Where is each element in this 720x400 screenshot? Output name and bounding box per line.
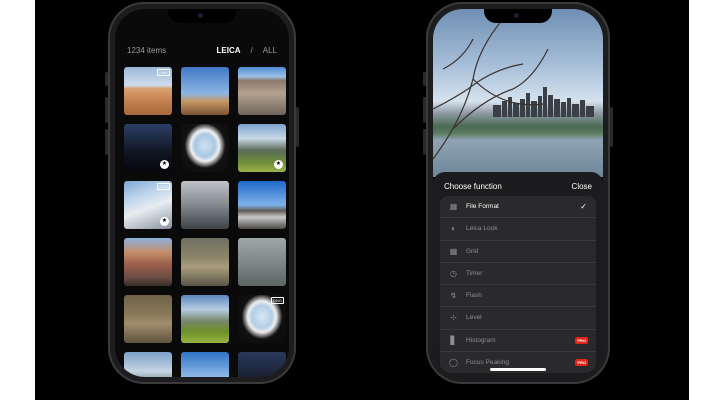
photo-thumb[interactable] (181, 181, 229, 229)
photo-thumb[interactable] (238, 352, 286, 377)
close-button[interactable]: Close (572, 182, 592, 191)
option-timer[interactable]: ◷ Timer (440, 263, 596, 285)
histogram-icon: ▋ (450, 335, 457, 345)
side-button (105, 97, 108, 123)
tree-branches-graphic (433, 18, 549, 160)
timer-icon: ◷ (450, 268, 457, 278)
option-label: File Format (466, 203, 499, 211)
side-button (296, 107, 299, 147)
camera-screen: Choose function Close ▦ File Format ✓ ◐ … (433, 9, 603, 377)
photo-grid: DNG ★ ★ DNG ★ DNG (124, 67, 286, 377)
photo-thumb[interactable] (238, 181, 286, 229)
side-button (610, 107, 613, 147)
item-count: 1234 items (127, 46, 167, 55)
photo-thumb[interactable] (124, 238, 172, 286)
function-options-list: ▦ File Format ✓ ◐ Leica Look ▦ Grid ◷ Ti… (440, 196, 596, 373)
camera-dot (198, 13, 203, 18)
pro-badge: PRO (575, 336, 588, 344)
photo-thumb[interactable] (181, 352, 229, 377)
option-file-format[interactable]: ▦ File Format ✓ (440, 196, 596, 219)
option-label: Focus Peaking (466, 358, 509, 366)
flash-icon: ↯ (450, 291, 457, 301)
photo-thumb[interactable]: DNG (238, 295, 286, 343)
side-button (423, 72, 426, 86)
photo-thumb[interactable]: DNG (124, 67, 172, 115)
option-label: Grid (466, 247, 479, 255)
option-label: Timer (466, 269, 483, 277)
photo-thumb[interactable] (124, 352, 172, 377)
phone-gallery: 1234 items LEICA / ALL DNG ★ ★ DNG ★ DNG (105, 2, 299, 384)
option-flash[interactable]: ↯ Flash (440, 285, 596, 308)
focus-peaking-icon: ◯ (449, 357, 458, 367)
option-leica-look[interactable]: ◐ Leica Look (440, 218, 596, 241)
option-grid[interactable]: ▦ Grid (440, 241, 596, 263)
option-label: Level (466, 314, 482, 322)
side-button (105, 72, 108, 86)
option-level[interactable]: ⊹ Level (440, 307, 596, 330)
filter-leica[interactable]: LEICA (217, 46, 241, 55)
choose-function-sheet: Choose function Close ▦ File Format ✓ ◐ … (433, 172, 603, 377)
photo-thumb[interactable] (238, 67, 286, 115)
photo-thumb[interactable]: ★ (238, 124, 286, 172)
option-label: Histogram (466, 336, 496, 344)
camera-dot (514, 13, 519, 18)
level-icon: ⊹ (450, 313, 457, 323)
sheet-header: Choose function Close (433, 172, 603, 191)
photo-thumb[interactable]: ★ (124, 124, 172, 172)
filter-all[interactable]: ALL (263, 46, 277, 55)
favorite-star-icon[interactable]: ★ (160, 217, 169, 226)
photo-thumb[interactable] (181, 238, 229, 286)
side-button (423, 129, 426, 155)
favorite-star-icon[interactable]: ★ (160, 160, 169, 169)
photo-thumb[interactable] (181, 67, 229, 115)
option-label: Flash (466, 292, 482, 300)
phone-camera-settings: Choose function Close ▦ File Format ✓ ◐ … (423, 2, 613, 384)
file-format-icon: ▦ (449, 202, 458, 212)
option-histogram[interactable]: ▋ Histogram PRO (440, 330, 596, 352)
raw-badge: DNG (157, 69, 170, 76)
photo-thumb[interactable] (181, 124, 229, 172)
raw-badge: DNG (157, 183, 170, 190)
camera-preview-photo (433, 9, 603, 177)
option-label: Leica Look (466, 225, 498, 233)
pro-badge: PRO (575, 358, 588, 366)
gallery-header: 1234 items LEICA / ALL (127, 46, 277, 55)
checkmark-icon: ✓ (580, 202, 587, 212)
raw-badge: DNG (271, 297, 284, 304)
sheet-title: Choose function (444, 182, 502, 191)
side-button (423, 97, 426, 123)
photo-thumb[interactable] (124, 295, 172, 343)
gallery-screen: 1234 items LEICA / ALL DNG ★ ★ DNG ★ DNG (115, 9, 289, 377)
grid-icon: ▦ (449, 246, 458, 256)
filter-separator: / (250, 46, 253, 55)
photo-thumb[interactable] (181, 295, 229, 343)
photo-thumb[interactable] (238, 238, 286, 286)
filter-toggle: LEICA / ALL (217, 46, 277, 55)
favorite-star-icon[interactable]: ★ (274, 160, 283, 169)
leica-look-icon: ◐ (451, 224, 456, 234)
photo-thumb[interactable]: DNG ★ (124, 181, 172, 229)
home-indicator (490, 368, 546, 371)
side-button (105, 129, 108, 155)
